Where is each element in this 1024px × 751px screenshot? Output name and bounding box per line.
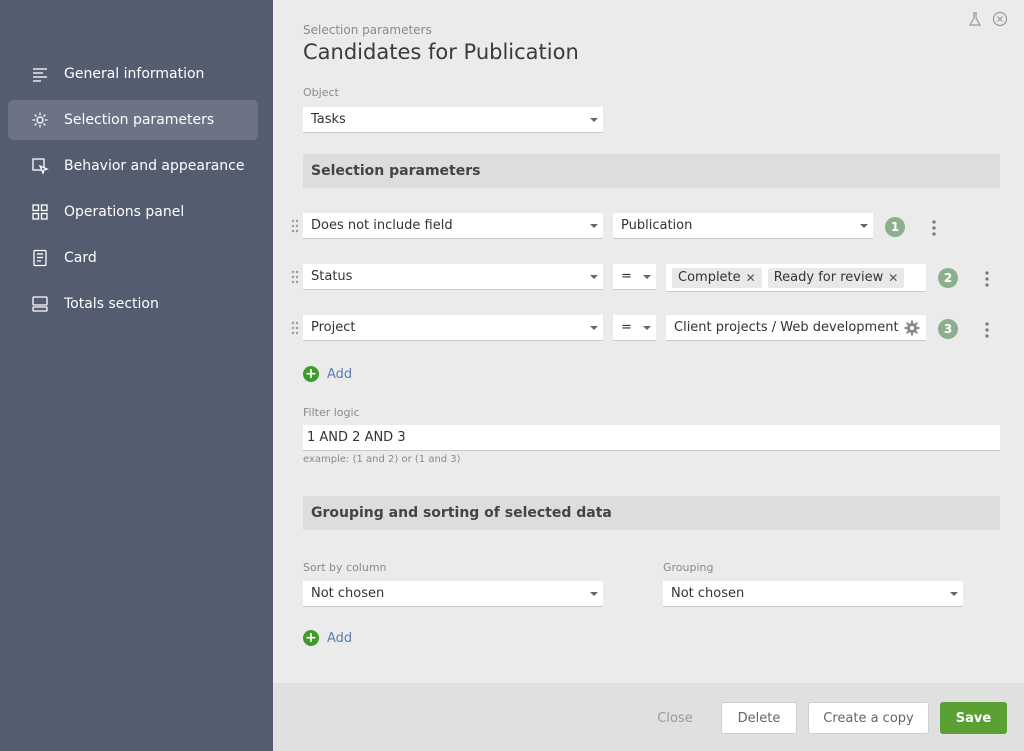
chevron-down-icon	[950, 592, 958, 596]
condition-1-field-value: Does not include field	[311, 218, 453, 233]
condition-2-operator-select[interactable]: =	[613, 264, 656, 290]
tag-label: Complete	[678, 270, 741, 285]
sidebar-item-label: Operations panel	[64, 204, 185, 220]
page-title: Candidates for Publication	[303, 40, 579, 64]
sort-by-column-select[interactable]: Not chosen	[303, 581, 603, 607]
drag-handle-icon[interactable]	[291, 320, 299, 336]
chevron-down-icon	[643, 275, 651, 279]
drag-handle-icon[interactable]	[291, 269, 299, 285]
totals-icon	[31, 295, 49, 313]
condition-3-value: Client projects / Web development	[674, 320, 899, 335]
sidebar-item-label: General information	[64, 66, 205, 82]
breadcrumb: Selection parameters	[303, 23, 432, 37]
tag-ready-for-review: Ready for review ✕	[767, 267, 905, 288]
list-lines-icon	[31, 65, 49, 83]
chevron-down-icon	[590, 118, 598, 122]
delete-button[interactable]: Delete	[721, 702, 797, 734]
condition-2-field-select[interactable]: Status	[303, 264, 603, 290]
filter-logic-hint: example: (1 and 2) or (1 and 3)	[303, 454, 461, 465]
plus-icon: +	[303, 366, 319, 382]
settings-gear-icon[interactable]	[904, 320, 920, 336]
condition-2-tags-input[interactable]: Complete ✕ Ready for review ✕	[666, 264, 926, 292]
flask-icon[interactable]	[967, 11, 983, 27]
condition-1-field-select[interactable]: Does not include field	[303, 213, 603, 239]
condition-3-operator-select[interactable]: =	[613, 315, 656, 341]
footer-bar: Close Delete Create a copy Save	[273, 683, 1024, 751]
chevron-down-icon	[590, 326, 598, 330]
grouping-label: Grouping	[663, 561, 714, 574]
create-copy-button[interactable]: Create a copy	[808, 702, 929, 734]
chevron-down-icon	[590, 592, 598, 596]
sidebar-item-selection-parameters[interactable]: Selection parameters	[8, 100, 258, 140]
condition-3-operator-value: =	[621, 320, 632, 335]
sidebar-item-label: Behavior and appearance	[64, 158, 245, 174]
condition-1-value-select[interactable]: Publication	[613, 213, 873, 239]
sidebar-item-operations-panel[interactable]: Operations panel	[8, 192, 258, 232]
object-select[interactable]: Tasks	[303, 107, 603, 133]
main-panel: Selection parameters Candidates for Publ…	[273, 0, 1024, 751]
remove-tag-icon[interactable]: ✕	[888, 271, 898, 285]
sidebar: General information Selection parameters…	[0, 0, 273, 751]
filter-logic-label: Filter logic	[303, 406, 360, 419]
condition-2-number-badge: 2	[938, 268, 958, 288]
object-label: Object	[303, 86, 339, 99]
sort-by-column-value: Not chosen	[311, 586, 385, 601]
cursor-icon	[31, 157, 49, 175]
condition-1-number-badge: 1	[885, 217, 905, 237]
chevron-down-icon	[590, 224, 598, 228]
condition-2-operator-value: =	[621, 269, 632, 284]
selection-parameters-header: Selection parameters	[303, 154, 1000, 188]
grouping-sorting-header: Grouping and sorting of selected data	[303, 496, 1000, 530]
grid-icon	[31, 203, 49, 221]
condition-3-more-icon[interactable]	[984, 321, 990, 339]
sort-by-column-label: Sort by column	[303, 561, 387, 574]
condition-2-field-value: Status	[311, 269, 353, 284]
close-icon[interactable]	[992, 11, 1008, 27]
grouping-select[interactable]: Not chosen	[663, 581, 963, 607]
chevron-down-icon	[590, 275, 598, 279]
grouping-value: Not chosen	[671, 586, 745, 601]
filter-logic-input[interactable]: 1 AND 2 AND 3	[303, 425, 1000, 451]
sidebar-item-behavior-and-appearance[interactable]: Behavior and appearance	[8, 146, 258, 186]
remove-tag-icon[interactable]: ✕	[746, 271, 756, 285]
sidebar-item-label: Totals section	[64, 296, 159, 312]
plus-icon: +	[303, 630, 319, 646]
chevron-down-icon	[860, 224, 868, 228]
condition-3-number-badge: 3	[938, 319, 958, 339]
condition-1-more-icon[interactable]	[931, 219, 937, 237]
chevron-down-icon	[643, 326, 651, 330]
object-select-value: Tasks	[311, 112, 346, 127]
add-sort-button[interactable]: + Add	[303, 630, 352, 646]
add-sort-label: Add	[327, 630, 353, 646]
save-button[interactable]: Save	[940, 702, 1007, 734]
condition-3-value-field[interactable]: Client projects / Web development	[666, 315, 926, 341]
add-condition-label: Add	[327, 366, 353, 382]
close-button[interactable]: Close	[649, 702, 701, 734]
card-icon	[31, 249, 49, 267]
drag-handle-icon[interactable]	[291, 218, 299, 234]
condition-2-more-icon[interactable]	[984, 270, 990, 288]
sidebar-item-label: Card	[64, 250, 97, 266]
sidebar-item-card[interactable]: Card	[8, 238, 258, 278]
filter-logic-value: 1 AND 2 AND 3	[307, 430, 406, 445]
condition-3-field-value: Project	[311, 320, 356, 335]
sidebar-item-general-information[interactable]: General information	[8, 54, 258, 94]
add-condition-button[interactable]: + Add	[303, 366, 352, 382]
tag-complete: Complete ✕	[672, 267, 762, 288]
tag-label: Ready for review	[773, 270, 884, 285]
sidebar-item-totals-section[interactable]: Totals section	[8, 284, 258, 324]
sidebar-item-label: Selection parameters	[64, 112, 215, 128]
condition-3-field-select[interactable]: Project	[303, 315, 603, 341]
condition-1-value: Publication	[621, 218, 693, 233]
gear-icon	[31, 111, 49, 129]
